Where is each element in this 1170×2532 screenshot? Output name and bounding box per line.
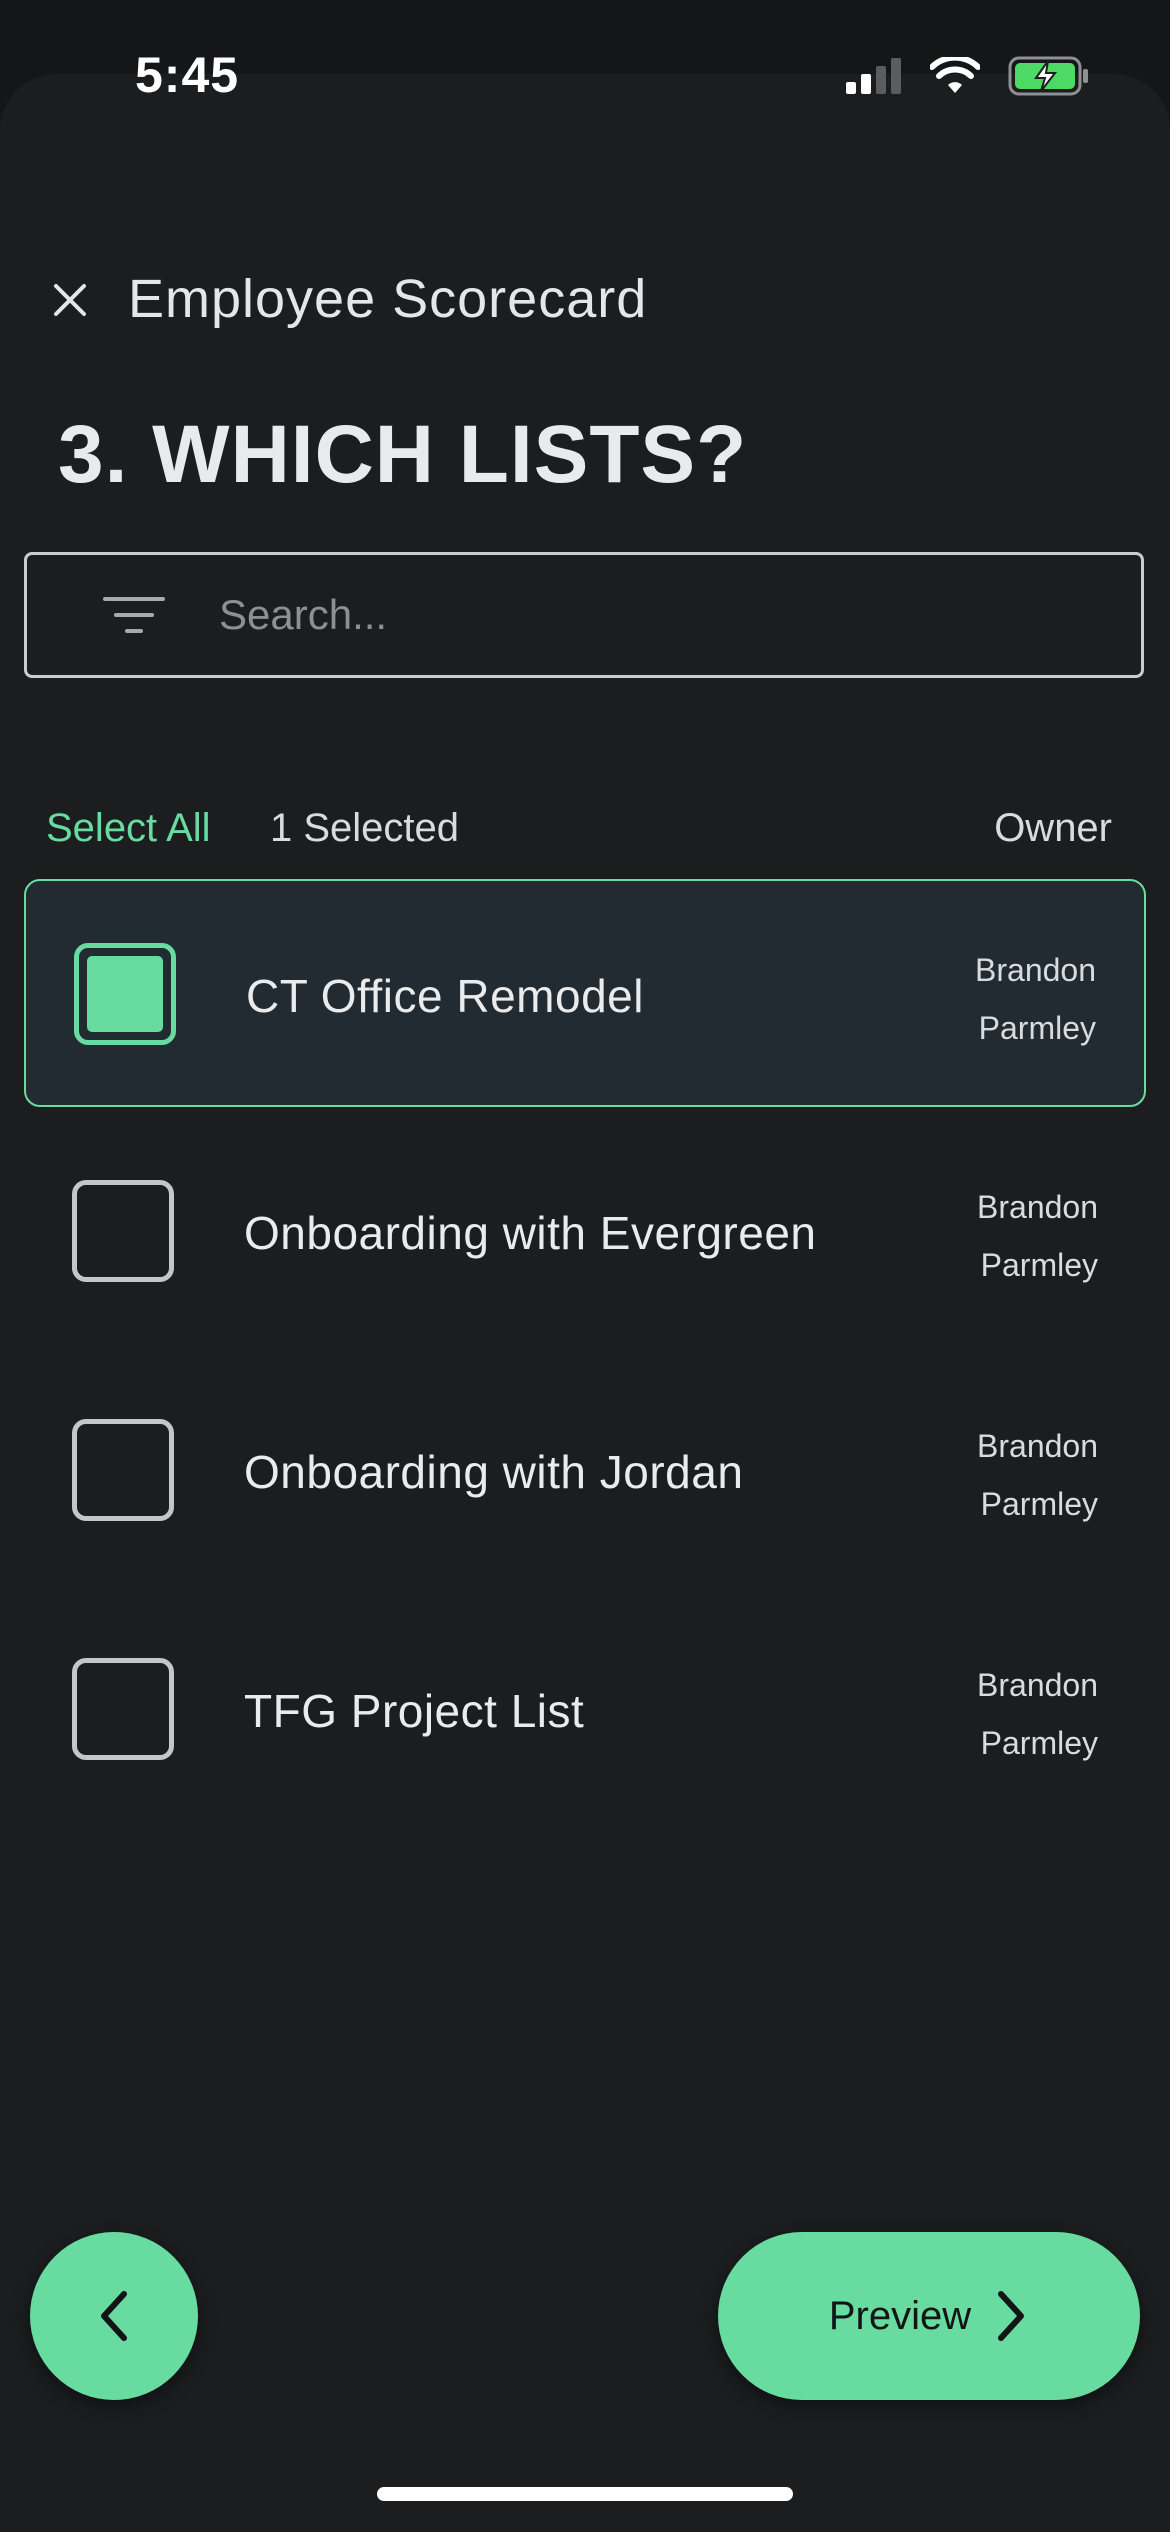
list-item-name: Onboarding with Jordan [244,1446,744,1498]
search-box[interactable] [24,552,1144,678]
status-time: 5:45 [135,47,240,103]
home-indicator [377,2487,793,2501]
close-icon[interactable] [50,280,90,320]
list-item[interactable]: TFG Project List Brandon Parmley [24,1596,1146,1824]
preview-label: Preview [828,2293,972,2338]
checkbox-unchecked[interactable] [72,1419,174,1521]
status-icons [846,56,1090,96]
owner-first-name: Brandon [977,1667,1098,1703]
list-item-name: CT Office Remodel [246,970,644,1022]
chevron-left-icon [101,2291,127,2341]
owner-last-name: Parmley [980,1247,1098,1283]
preview-button[interactable]: Preview [718,2232,1140,2400]
wifi-icon [930,57,980,93]
checkbox-checked[interactable] [74,943,176,1045]
checkbox-unchecked[interactable] [72,1180,174,1282]
list-item[interactable]: Onboarding with Evergreen Brandon Parmle… [24,1118,1146,1346]
owner-first-name: Brandon [977,1428,1098,1464]
list-item-name: TFG Project List [244,1685,585,1737]
owner-column-header: Owner [994,806,1112,850]
owner-last-name: Parmley [978,1010,1096,1046]
checkbox-unchecked[interactable] [72,1658,174,1760]
owner-last-name: Parmley [980,1725,1098,1761]
list-item[interactable]: CT Office Remodel Brandon Parmley [24,879,1146,1107]
select-all-button[interactable]: Select All [46,806,211,851]
signal-icon [846,58,901,94]
battery-charging-icon [1008,56,1088,96]
filter-icon[interactable] [103,595,165,635]
list-item-owner: Brandon Parmley [898,1656,1098,1772]
owner-first-name: Brandon [975,952,1096,988]
step-title: 3. WHICH LISTS? [58,409,748,500]
owner-first-name: Brandon [977,1189,1098,1225]
list-item-owner: Brandon Parmley [898,1178,1098,1294]
list-header: Select All 1 Selected Owner [46,806,1112,862]
owner-last-name: Parmley [980,1486,1098,1522]
checkbox-fill [87,956,163,1032]
selected-count: 1 Selected [270,806,460,850]
back-button[interactable] [30,2232,198,2400]
chevron-right-icon [998,2291,1025,2341]
list-item-owner: Brandon Parmley [896,941,1096,1057]
app-title: Employee Scorecard [128,269,648,329]
search-input[interactable] [217,590,1101,640]
list-item-name: Onboarding with Evergreen [244,1207,817,1259]
list-item-owner: Brandon Parmley [898,1417,1098,1533]
list-item[interactable]: Onboarding with Jordan Brandon Parmley [24,1357,1146,1585]
